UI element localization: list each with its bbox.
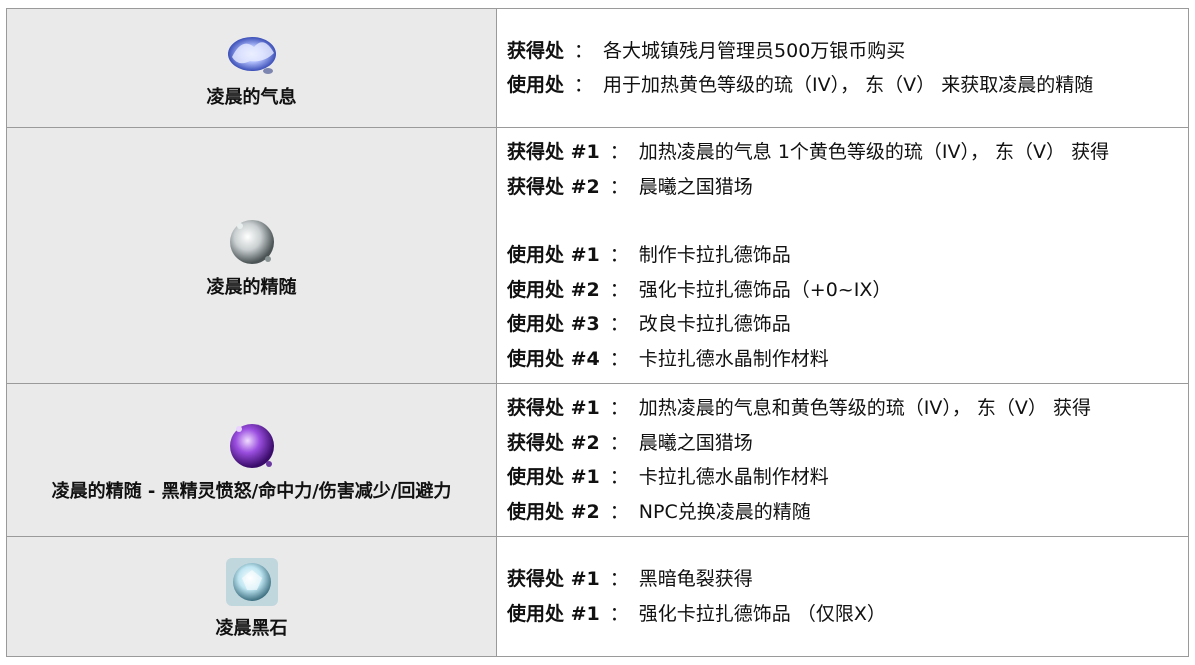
info-text: 制作卡拉扎德饰品 <box>638 244 791 266</box>
info-line: 使用处 #3 ： 改良卡拉扎德饰品 <box>507 307 1188 342</box>
info-line: 使用处 ： 用于加热黄色等级的琉（IV）， 东（V） 来获取凌晨的精随 <box>507 68 1188 103</box>
info-label: 使用处 <box>507 74 565 96</box>
info-separator: ： <box>574 74 594 96</box>
info-separator: ： <box>609 602 629 625</box>
info-label: 获得处 <box>507 39 565 62</box>
table-row: 凌晨的精随 获得处 #1 ： 加热凌晨的气息 1个黄色等级的琉（IV）， 东（V） … <box>6 127 1189 384</box>
info-label: 获得处 #1 <box>507 397 600 419</box>
info-line: 获得处 #1 ： 加热凌晨的气息 1个黄色等级的琉（IV）， 东（V） 获得 <box>507 135 1188 170</box>
info-line: 获得处 #2 ： 晨曦之国猎场 <box>507 170 1188 205</box>
info-text: 卡拉扎德水晶制作材料 <box>638 347 829 370</box>
info-text: 晨曦之国猎场 <box>638 431 753 454</box>
info-text: 加热凌晨的气息和黄色等级的琉（IV）， 东（V） 获得 <box>638 397 1091 419</box>
info-text: 各大城镇残月管理员500万银币购买 <box>603 39 906 62</box>
item-name: 凌晨的精随 <box>206 276 297 298</box>
info-separator: ： <box>574 39 594 62</box>
info-text: 晨曦之国猎场 <box>638 175 753 198</box>
info-label: 获得处 #1 <box>507 568 600 590</box>
info-text: 强化卡拉扎德饰品（+0~IX） <box>638 278 892 301</box>
dawn-breath-icon <box>227 37 276 74</box>
info-line: 使用处 #2 ： NPC兑换凌晨的精随 <box>507 495 1188 530</box>
info-line: 使用处 #2 ： 强化卡拉扎德饰品（+0~IX） <box>507 273 1188 308</box>
item-info-cell: 获得处 #1 ： 加热凌晨的气息 1个黄色等级的琉（IV）， 东（V） 获得 获得处… <box>496 127 1189 384</box>
info-text: 卡拉扎德水晶制作材料 <box>638 466 829 488</box>
info-line: 使用处 #1 ： 制作卡拉扎德饰品 <box>507 238 1188 273</box>
info-separator: ： <box>609 500 629 523</box>
info-separator: ： <box>609 141 629 163</box>
item-info-cell: 获得处 #1 ： 加热凌晨的气息和黄色等级的琉（IV）， 东（V） 获得 获得处 #… <box>496 383 1189 537</box>
info-text: NPC兑换凌晨的精随 <box>638 500 811 523</box>
info-text: 强化卡拉扎德饰品 （仅限X） <box>638 602 886 625</box>
info-label: 使用处 #4 <box>507 347 600 370</box>
item-cell: 凌晨的气息 <box>6 8 497 128</box>
info-label: 获得处 #2 <box>507 175 600 198</box>
info-separator: ： <box>609 278 629 301</box>
info-separator: ： <box>609 466 629 488</box>
info-text: 黑暗龟裂获得 <box>638 568 753 590</box>
item-info-cell: 获得处 ： 各大城镇残月管理员500万银币购买 使用处 ： 用于加热黄色等级的琉（IV）… <box>496 8 1189 128</box>
info-line: 获得处 #1 ： 黑暗龟裂获得 <box>507 562 1188 597</box>
info-separator: ： <box>609 313 629 335</box>
info-separator: ： <box>609 431 629 454</box>
info-text: 改良卡拉扎德饰品 <box>638 313 791 335</box>
info-separator: ： <box>609 175 629 198</box>
info-separator: ： <box>609 397 629 419</box>
table-row: 凌晨的精随 - 黑精灵愤怒/命中力/伤害减少/回避力 获得处 #1 ： 加热凌晨的气… <box>6 383 1189 537</box>
info-label: 使用处 #3 <box>507 313 600 335</box>
info-line: 获得处 ： 各大城镇残月管理员500万银币购买 <box>507 34 1188 69</box>
info-text: 用于加热黄色等级的琉（IV）， 东（V） 来获取凌晨的精随 <box>603 74 1094 96</box>
info-line: 使用处 #4 ： 卡拉扎德水晶制作材料 <box>507 342 1188 377</box>
info-label: 使用处 #1 <box>507 244 600 266</box>
item-info-cell: 获得处 #1 ： 黑暗龟裂获得 使用处 #1 ： 强化卡拉扎德饰品 （仅限X） <box>496 536 1189 657</box>
purple-essence-icon <box>229 424 274 468</box>
info-line: 获得处 #2 ： 晨曦之国猎场 <box>507 426 1188 461</box>
item-cell: 凌晨的精随 <box>6 127 497 384</box>
dawn-essence-icon <box>229 219 274 264</box>
info-line: 使用处 #1 ： 卡拉扎德水晶制作材料 <box>507 460 1188 495</box>
info-label: 使用处 #1 <box>507 466 600 488</box>
info-line: 获得处 #1 ： 加热凌晨的气息和黄色等级的琉（IV）， 东（V） 获得 <box>507 391 1188 426</box>
info-label: 使用处 #1 <box>507 602 600 625</box>
item-name: 凌晨的气息 <box>206 87 297 108</box>
item-cell: 凌晨的精随 - 黑精灵愤怒/命中力/伤害减少/回避力 <box>6 383 497 537</box>
dawn-blackstone-icon <box>225 557 278 606</box>
info-text: 加热凌晨的气息 1个黄色等级的琉（IV）， 东（V） 获得 <box>638 141 1110 163</box>
info-separator: ： <box>609 568 629 590</box>
table-row: 凌晨的气息 获得处 ： 各大城镇残月管理员500万银币购买 使用处 ： 用于加热黄色等级… <box>6 8 1189 128</box>
info-separator: ： <box>609 244 629 266</box>
info-label: 使用处 #2 <box>507 278 600 301</box>
item-name: 凌晨黑石 <box>215 617 288 639</box>
info-label: 使用处 #2 <box>507 500 600 523</box>
info-label: 获得处 #2 <box>507 431 600 454</box>
info-line: 使用处 #1 ： 强化卡拉扎德饰品 （仅限X） <box>507 597 1188 632</box>
info-separator: ： <box>609 347 629 370</box>
info-label: 获得处 #1 <box>507 141 600 163</box>
item-cell: 凌晨黑石 <box>6 536 497 657</box>
table-row: 凌晨黑石 获得处 #1 ： 黑暗龟裂获得 使用处 #1 ： 强化卡拉扎德饰品 （仅限X） <box>6 536 1189 657</box>
item-name: 凌晨的精随 - 黑精灵愤怒/命中力/伤害减少/回避力 <box>51 481 452 502</box>
item-table: 凌晨的气息 获得处 ： 各大城镇残月管理员500万银币购买 使用处 ： 用于加热黄色等级… <box>6 8 1189 657</box>
